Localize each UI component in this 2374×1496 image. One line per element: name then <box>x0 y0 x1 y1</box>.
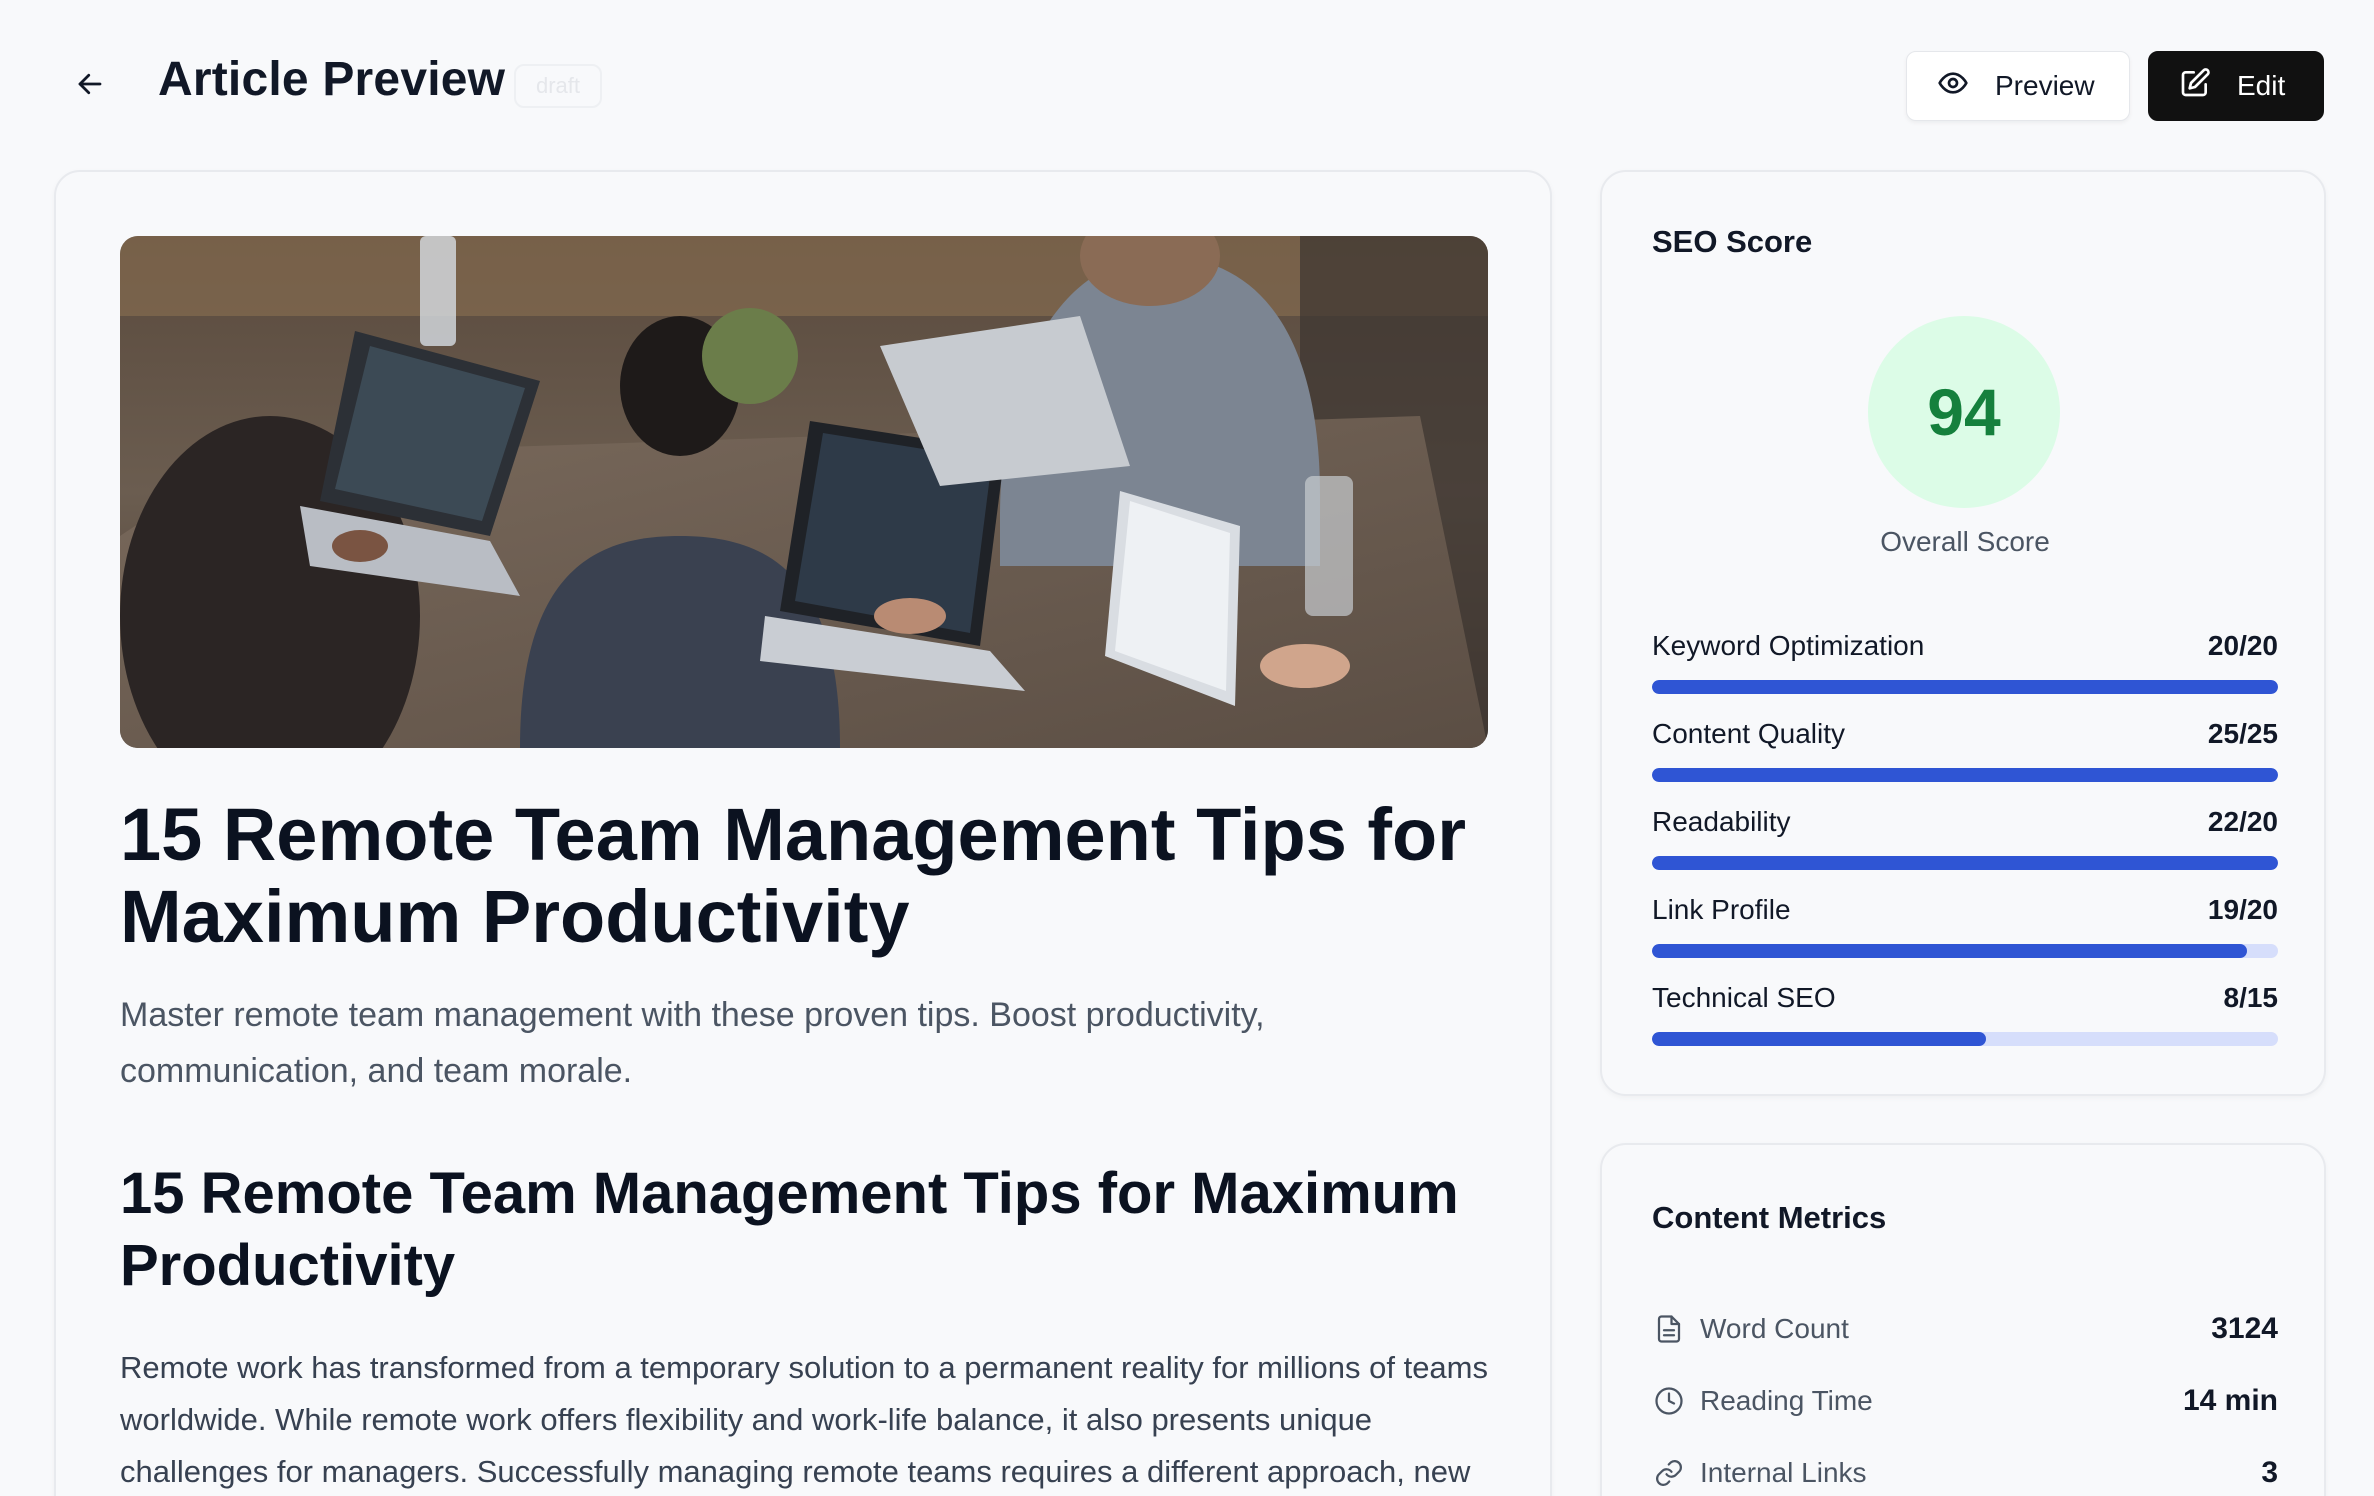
metric-value: 3124 <box>2211 1312 2278 1345</box>
page-title: Article Preview <box>158 53 506 106</box>
edit-icon <box>2179 67 2211 106</box>
score-row-value: 19/20 <box>2207 894 2278 925</box>
preview-button[interactable]: Preview <box>1906 51 2130 121</box>
metric-value: 14 min <box>2182 1384 2278 1417</box>
score-row-value: 25/25 <box>2207 718 2278 749</box>
seo-card-title: SEO Score <box>1652 224 1813 259</box>
score-row-label: Link Profile <box>1652 894 1791 925</box>
progress-bar <box>1652 1032 2278 1046</box>
score-breakdown: Keyword Optimization 20/20 Content Quali… <box>1652 630 2278 1070</box>
score-row-label: Keyword Optimization <box>1652 630 1925 661</box>
article-excerpt: Master remote team management with these… <box>120 996 1265 1090</box>
metric-row-internal-links: Internal Links 3 <box>1652 1437 2278 1496</box>
arrow-left-icon <box>75 69 105 104</box>
eye-icon <box>1937 67 1969 106</box>
overall-score-circle: 94 <box>1868 316 2060 508</box>
overall-score-value: 94 <box>1927 375 2001 449</box>
clock-icon <box>1652 1384 1686 1418</box>
metric-label: Reading Time <box>1700 1385 1873 1416</box>
back-button[interactable] <box>60 58 120 114</box>
content-metrics-card: Content Metrics Word Count 3124 Reading … <box>1600 1143 2326 1496</box>
article-card: 15 Remote Team Management Tips for Maxim… <box>54 170 1552 1496</box>
body-paragraph: Remote work has transformed from a tempo… <box>120 1350 1488 1489</box>
progress-bar <box>1652 680 2278 694</box>
preview-button-label: Preview <box>1995 70 2095 101</box>
score-row-label: Technical SEO <box>1652 982 1836 1013</box>
score-row-value: 20/20 <box>2207 630 2278 661</box>
score-row-link-profile: Link Profile 19/20 <box>1652 894 2278 982</box>
metric-row-word-count: Word Count 3124 <box>1652 1293 2278 1365</box>
score-row-readability: Readability 22/20 <box>1652 806 2278 894</box>
edit-button-label: Edit <box>2237 70 2286 101</box>
metric-value: 3 <box>2261 1456 2278 1489</box>
status-badge: draft <box>514 64 603 108</box>
document-icon <box>1652 1312 1686 1346</box>
article-title: 15 Remote Team Management Tips for Maxim… <box>120 793 1467 958</box>
score-row-value: 22/20 <box>2207 806 2278 837</box>
progress-bar <box>1652 944 2278 958</box>
progress-bar <box>1652 856 2278 870</box>
metric-label: Word Count <box>1700 1313 1849 1344</box>
score-row-label: Content Quality <box>1652 718 1845 749</box>
metrics-list: Word Count 3124 Reading Time 14 min Inte… <box>1652 1293 2278 1496</box>
score-row-content-quality: Content Quality 25/25 <box>1652 718 2278 806</box>
score-row-value: 8/15 <box>2223 982 2279 1013</box>
progress-fill <box>1652 944 2247 958</box>
link-icon <box>1652 1456 1686 1490</box>
metrics-card-title: Content Metrics <box>1652 1200 1887 1235</box>
progress-bar <box>1652 768 2278 782</box>
progress-fill <box>1652 680 2278 694</box>
seo-score-card: SEO Score 94 Overall Score Keyword Optim… <box>1600 170 2326 1096</box>
score-row-technical-seo: Technical SEO 8/15 <box>1652 982 2278 1070</box>
progress-fill <box>1652 856 2278 870</box>
edit-button[interactable]: Edit <box>2148 51 2324 121</box>
progress-fill <box>1652 1032 1986 1046</box>
metric-row-reading-time: Reading Time 14 min <box>1652 1365 2278 1437</box>
overall-score-label: Overall Score <box>1880 526 2050 557</box>
score-row-keyword-optimization: Keyword Optimization 20/20 <box>1652 630 2278 718</box>
page-header: Article Preview draft Preview Edit <box>0 0 2374 170</box>
progress-fill <box>1652 768 2278 782</box>
score-row-label: Readability <box>1652 806 1791 837</box>
article-preview-page: Article Preview draft Preview Edit 15 Re… <box>0 0 2374 1496</box>
metric-label: Internal Links <box>1700 1457 1867 1488</box>
hero-image <box>120 236 1488 748</box>
section-heading: 15 Remote Team Management Tips for Maxim… <box>120 1161 1459 1298</box>
